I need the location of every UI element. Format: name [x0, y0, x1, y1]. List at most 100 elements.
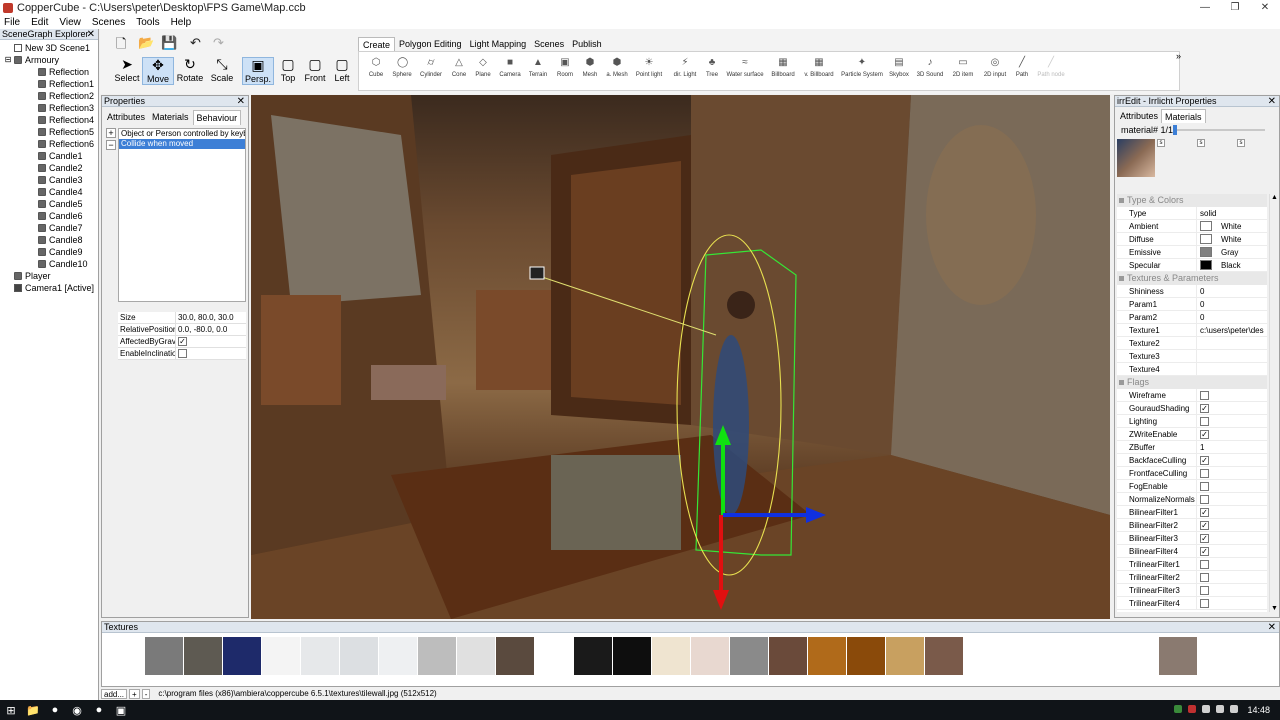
texture-thumbnail[interactable] — [1003, 637, 1041, 675]
property-value[interactable] — [1197, 350, 1267, 362]
create-dir-light-button[interactable]: ⚡ dir. Light — [674, 58, 697, 79]
behaviour-item[interactable]: Object or Person controlled by keyboard — [119, 129, 245, 139]
property-scrollbar[interactable]: ▲ ▼ — [1269, 194, 1278, 612]
create-cube-button[interactable]: ⬡ Cube — [369, 58, 383, 79]
texture-thumbnail[interactable] — [652, 637, 690, 675]
property-checkbox[interactable]: ✓ — [1200, 507, 1209, 517]
property-checkbox[interactable] — [1200, 468, 1209, 478]
save-icon[interactable]: 💾 — [161, 35, 177, 51]
attribute-value[interactable] — [176, 348, 246, 359]
3d-viewport[interactable] — [251, 95, 1110, 619]
coppercube-taskbar-icon[interactable]: ▣ — [110, 700, 132, 720]
tray-network-icon[interactable] — [1202, 705, 1210, 713]
property-value[interactable]: Black — [1197, 259, 1267, 271]
property-checkbox[interactable] — [1200, 494, 1209, 504]
property-checkbox[interactable] — [1200, 559, 1209, 569]
property-value[interactable] — [1197, 363, 1267, 375]
scale-tool[interactable]: ⤡ Scale — [206, 57, 238, 85]
view-left[interactable]: ▢ Left — [326, 57, 358, 85]
property-value[interactable] — [1197, 415, 1267, 427]
texture-thumbnail[interactable] — [535, 637, 573, 675]
tree-item[interactable]: New 3D Scene1 — [0, 42, 98, 54]
property-value[interactable] — [1197, 389, 1267, 401]
texture-thumbnail[interactable] — [1159, 637, 1197, 675]
property-value[interactable]: ✓ — [1197, 532, 1267, 544]
property-checkbox[interactable] — [1200, 416, 1209, 426]
create-2d-item-button[interactable]: ▭ 2D item — [953, 58, 974, 79]
property-value[interactable] — [1197, 337, 1267, 349]
texture-thumbnail[interactable] — [262, 637, 300, 675]
create-particle-system-button[interactable]: ✦ Particle System — [841, 58, 883, 79]
create-v-billboard-button[interactable]: ▦ v. Billboard — [804, 58, 833, 79]
menu-edit[interactable]: Edit — [31, 17, 48, 28]
texture-thumbnail[interactable] — [184, 637, 222, 675]
section-collapse-icon[interactable] — [1119, 198, 1124, 204]
property-section[interactable]: Textures & Parameters — [1117, 272, 1267, 285]
create-path-node-button[interactable]: ╱ Path node — [1037, 58, 1064, 79]
property-value[interactable] — [1197, 571, 1267, 583]
tree-item[interactable]: Reflection4 — [0, 114, 98, 126]
tray-power-icon[interactable] — [1230, 705, 1238, 713]
section-collapse-icon[interactable] — [1119, 276, 1124, 282]
property-value[interactable]: c:\users\peter\des — [1197, 324, 1267, 336]
texture-thumbnail[interactable] — [1042, 637, 1080, 675]
create-3d-sound-button[interactable]: ♪ 3D Sound — [917, 58, 944, 79]
move-tool[interactable]: ✥ Move — [142, 57, 174, 85]
create-billboard-button[interactable]: ▦ Billboard — [771, 58, 794, 79]
behaviour-item-selected[interactable]: Collide when moved — [119, 139, 245, 149]
rotate-tool[interactable]: ↻ Rotate — [174, 57, 206, 85]
create-camera-button[interactable]: ■ Camera — [499, 58, 520, 79]
property-section[interactable]: Type & Colors — [1117, 194, 1267, 207]
create-room-button[interactable]: ▣ Room — [557, 58, 573, 79]
property-value[interactable]: ✓ — [1197, 519, 1267, 531]
create-plane-button[interactable]: ◇ Plane — [475, 58, 490, 79]
property-checkbox[interactable]: ✓ — [1200, 403, 1209, 413]
tray-red-icon[interactable] — [1188, 705, 1196, 713]
property-value[interactable]: ✓ — [1197, 454, 1267, 466]
zoom-in-button[interactable]: + — [129, 689, 140, 699]
property-checkbox[interactable]: ✓ — [1200, 455, 1209, 465]
app-red-icon[interactable]: ● — [88, 700, 110, 720]
property-checkbox[interactable]: ✓ — [1200, 546, 1209, 556]
color-swatch[interactable] — [1200, 234, 1212, 244]
menu-view[interactable]: View — [59, 17, 81, 28]
undo-icon[interactable]: ↶ — [190, 35, 201, 51]
create-a-mesh-button[interactable]: ⬢ a. Mesh — [606, 58, 627, 79]
create-path-button[interactable]: ╱ Path — [1016, 58, 1028, 79]
create-sphere-button[interactable]: ◯ Sphere — [392, 58, 411, 79]
menu-tools[interactable]: Tools — [136, 17, 159, 28]
minimize-button[interactable]: — — [1190, 0, 1220, 15]
open-icon[interactable]: 📂 — [138, 35, 154, 51]
create-2d-input-button[interactable]: ◎ 2D input — [984, 58, 1006, 79]
create-cylinder-button[interactable]: ⌭ Cylinder — [420, 58, 442, 79]
create-cone-button[interactable]: △ Cone — [452, 58, 466, 79]
property-value[interactable] — [1197, 558, 1267, 570]
tree-item[interactable]: Candle8 — [0, 234, 98, 246]
properties-close-icon[interactable]: ✕ — [237, 96, 245, 107]
tree-item[interactable]: Candle7 — [0, 222, 98, 234]
close-button[interactable]: ✕ — [1250, 0, 1280, 15]
texture-thumbnail[interactable] — [613, 637, 651, 675]
texture-slot-3[interactable]: s — [1197, 139, 1205, 147]
property-section[interactable]: Flags — [1117, 376, 1267, 389]
property-checkbox[interactable] — [1200, 598, 1209, 608]
section-collapse-icon[interactable] — [1119, 380, 1124, 386]
tab-create[interactable]: Create — [358, 37, 396, 51]
tab-attributes[interactable]: Attributes — [104, 110, 148, 125]
tree-item[interactable]: Candle5 — [0, 198, 98, 210]
texture-slot-4[interactable]: s — [1237, 139, 1245, 147]
create-water-surface-button[interactable]: ≈ Water surface — [726, 58, 763, 79]
irredit-close-icon[interactable]: ✕ — [1268, 96, 1276, 107]
attribute-value[interactable]: ✓ — [176, 336, 246, 347]
tray-green-icon[interactable] — [1174, 705, 1182, 713]
property-value[interactable]: solid — [1197, 207, 1267, 219]
attribute-checkbox[interactable] — [178, 349, 187, 359]
menu-file[interactable]: File — [4, 17, 20, 28]
camera-icon[interactable] — [529, 266, 545, 280]
textures-close-icon[interactable]: ✕ — [1268, 622, 1276, 633]
property-value[interactable]: White — [1197, 233, 1267, 245]
irredit-tab-attributes[interactable]: Attributes — [1117, 109, 1161, 123]
property-checkbox[interactable] — [1200, 572, 1209, 582]
scroll-up-icon[interactable]: ▲ — [1271, 194, 1278, 201]
tree-item[interactable]: ⊟ Armoury — [0, 54, 98, 66]
